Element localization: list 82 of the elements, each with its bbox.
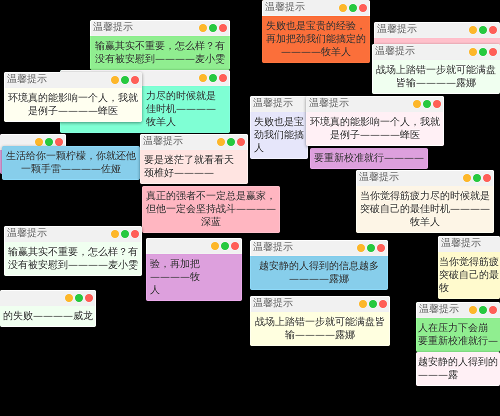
close-icon[interactable] <box>359 4 367 12</box>
maximize-icon[interactable] <box>423 100 431 108</box>
minimize-icon[interactable] <box>199 24 207 32</box>
minimize-icon[interactable] <box>469 306 477 314</box>
message-text: 当你觉得筋疲力尽的时候就是突破自己的最佳时机————牧羊人 <box>359 190 491 230</box>
minimize-icon[interactable] <box>65 294 73 302</box>
message-text: 的失败————威龙 <box>3 310 93 323</box>
window-title: 温馨提示 <box>377 24 417 36</box>
window-title: 温馨提示 <box>375 46 415 58</box>
message-text: 验，再加把 ————牧 人 <box>150 258 200 297</box>
message-text: 人在压力下会崩 要重新校准就行— <box>418 322 498 348</box>
close-icon[interactable] <box>377 244 385 252</box>
message-text: 失败也是宝贵的经验，再加把劲我们能搞定的————牧羊人 <box>265 20 367 60</box>
close-icon[interactable] <box>433 100 441 108</box>
window-title: 温馨提示 <box>143 136 183 148</box>
maximize-icon[interactable] <box>121 76 129 84</box>
message-text: 环境真的能影响一个人，我就是例子————蜂医 <box>309 116 441 143</box>
message-text: 输赢其实不重要，怎么样？有没有被安慰到————麦小雯 <box>94 40 226 67</box>
maximize-icon[interactable] <box>75 294 83 302</box>
message-text: 输赢其实不重要，怎么样？有没有被安慰到————麦小雯 <box>7 246 139 273</box>
close-icon[interactable] <box>489 48 497 56</box>
message-text: 当你觉得筋疲 突破自己的最 牧 <box>439 256 499 295</box>
maximize-icon[interactable] <box>209 74 217 82</box>
window-title: 温馨提示 <box>253 298 293 310</box>
minimize-icon[interactable] <box>463 174 471 182</box>
maximize-icon[interactable] <box>479 306 487 314</box>
close-icon[interactable] <box>219 24 227 32</box>
minimize-icon[interactable] <box>35 138 43 146</box>
message-text: 真正的强者不一定总是赢家，但他一定会坚持战斗————深蓝 <box>145 190 277 230</box>
window-title: 温馨提示 <box>7 228 47 240</box>
message-text: 要重新校准就行———— <box>314 152 424 165</box>
close-icon[interactable] <box>489 306 497 314</box>
minimize-icon[interactable] <box>469 26 477 34</box>
window-title: 温馨提示 <box>309 98 349 110</box>
minimize-icon[interactable] <box>217 138 225 146</box>
window-title: 温馨提示 <box>253 98 293 110</box>
maximize-icon[interactable] <box>209 24 217 32</box>
close-icon[interactable] <box>231 242 239 250</box>
window-title: 温馨提示 <box>253 242 293 254</box>
minimize-icon[interactable] <box>359 300 367 308</box>
message-text: 力尽的时候就是 佳时机———— 牧羊人 <box>146 90 216 129</box>
message-text: 战场上踏错一步就可能满盘皆输————露娜 <box>375 64 497 91</box>
message-text: 环境真的能影响一个人，我就是例子————蜂医 <box>7 92 139 119</box>
close-icon[interactable] <box>131 76 139 84</box>
close-icon[interactable] <box>131 230 139 238</box>
message-text: 生活给你一颗柠檬，你就还他一颗手雷————佐娅 <box>5 150 137 177</box>
close-icon[interactable] <box>85 294 93 302</box>
minimize-icon[interactable] <box>111 230 119 238</box>
maximize-icon[interactable] <box>45 138 53 146</box>
maximize-icon[interactable] <box>473 174 481 182</box>
maximize-icon[interactable] <box>349 4 357 12</box>
message-text: 战场上踏错一步就可能满盘皆输————露娜 <box>254 316 386 343</box>
window-title: 温馨提示 <box>359 172 399 184</box>
minimize-icon[interactable] <box>357 244 365 252</box>
window-title: 温馨提示 <box>93 22 133 34</box>
maximize-icon[interactable] <box>479 48 487 56</box>
maximize-icon[interactable] <box>367 244 375 252</box>
maximize-icon[interactable] <box>227 138 235 146</box>
message-text: 越安静的人得到的 ———露 <box>418 356 498 382</box>
window-title: 温馨提示 <box>265 2 305 14</box>
window-title: 温馨提示 <box>441 238 481 250</box>
close-icon[interactable] <box>379 300 387 308</box>
message-text: 要是迷茫了就看看天 颈椎好———— <box>144 154 234 180</box>
window-title: 温馨提示 <box>7 74 47 86</box>
minimize-icon[interactable] <box>339 4 347 12</box>
close-icon[interactable] <box>237 138 245 146</box>
minimize-icon[interactable] <box>111 76 119 84</box>
window-title: 温馨提示 <box>419 304 459 316</box>
minimize-icon[interactable] <box>211 242 219 250</box>
maximize-icon[interactable] <box>479 26 487 34</box>
maximize-icon[interactable] <box>369 300 377 308</box>
close-icon[interactable] <box>489 26 497 34</box>
maximize-icon[interactable] <box>221 242 229 250</box>
message-text: 失败也是宝 劲我们能搞 人 <box>254 116 304 155</box>
minimize-icon[interactable] <box>413 100 421 108</box>
close-icon[interactable] <box>483 174 491 182</box>
close-icon[interactable] <box>219 74 227 82</box>
close-icon[interactable] <box>55 138 63 146</box>
minimize-icon[interactable] <box>469 48 477 56</box>
message-text: 越安静的人得到的信息越多————露娜 <box>258 260 380 287</box>
maximize-icon[interactable] <box>121 230 129 238</box>
minimize-icon[interactable] <box>199 74 207 82</box>
